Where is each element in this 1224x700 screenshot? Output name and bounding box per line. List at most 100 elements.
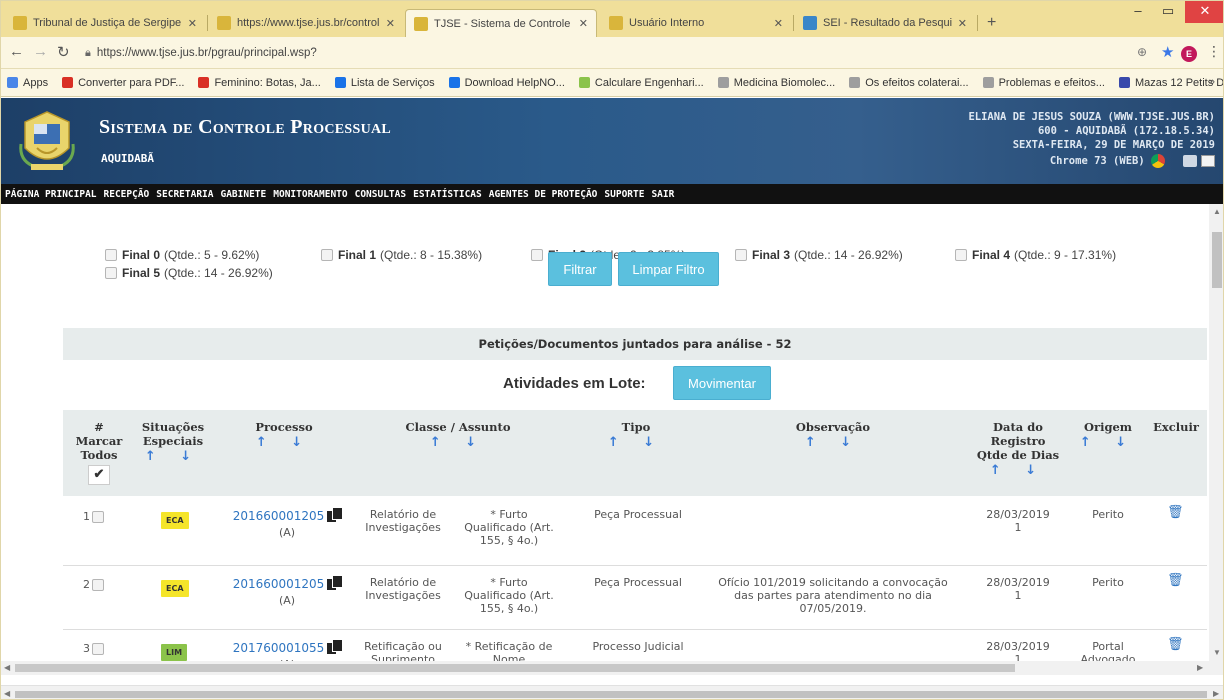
menu-item[interactable]: RECEPÇÃO <box>104 189 150 200</box>
filter-checkbox[interactable] <box>105 249 117 261</box>
close-icon[interactable]: ✕ <box>386 17 395 30</box>
row-checkbox[interactable] <box>92 642 104 655</box>
bookmark-item[interactable]: Os efeitos colaterai... <box>849 77 969 89</box>
vertical-scrollbar[interactable]: ▲ ▼ <box>1209 204 1223 661</box>
reload-icon[interactable]: ↻ <box>57 43 70 61</box>
tab-title: Usuário Interno <box>629 17 705 29</box>
header-text: Observação <box>795 420 871 434</box>
url-field[interactable]: 🔒︎ https://www.tjse.jus.br/pgrau/princip… <box>85 42 1125 64</box>
delete-icon[interactable]: 🗑︎ <box>1167 574 1184 587</box>
bookmark-star-icon[interactable]: ★ <box>1161 43 1174 61</box>
address-bar: ← → ↻ 🔒︎ https://www.tjse.jus.br/pgrau/p… <box>1 37 1223 69</box>
tab-controle[interactable]: https://www.tjse.jus.br/controlei ✕ <box>209 9 403 37</box>
close-icon[interactable]: ✕ <box>579 17 588 30</box>
process-link[interactable]: 201760001055 <box>233 641 325 655</box>
menu-dots-icon[interactable]: ⋮ <box>1207 43 1221 60</box>
filter-checkbox[interactable] <box>955 249 967 261</box>
filter-checkbox[interactable] <box>531 249 543 261</box>
process-link[interactable]: 201660001205 <box>233 577 325 591</box>
forward-icon[interactable]: → <box>33 43 48 60</box>
sort-arrows-icon[interactable]: ↑ ↓ <box>601 436 671 450</box>
window-close-icon[interactable]: ✕ <box>1185 1 1223 23</box>
maximize-icon[interactable]: ▭ <box>1153 1 1183 23</box>
bookmark-label: Apps <box>23 76 49 89</box>
sort-arrows-icon[interactable]: ↑ ↓ <box>393 436 523 450</box>
select-all-checkbox[interactable]: ✔ <box>88 465 110 485</box>
col-observacao: Observação ↑ ↓ <box>783 420 883 450</box>
sort-arrows-icon[interactable]: ↑ ↓ <box>133 450 213 464</box>
scroll-right-icon[interactable]: ▶ <box>1213 689 1219 698</box>
close-icon[interactable]: ✕ <box>188 17 197 30</box>
close-icon[interactable]: ✕ <box>774 17 783 30</box>
bookmark-label: Calculare Engenhari... <box>594 76 704 89</box>
menu-item[interactable]: AGENTES DE PROTEÇÃO <box>489 189 598 200</box>
filter-detail: (Qtde.: 14 - 26.92%) <box>794 248 903 262</box>
scroll-left-icon[interactable]: ◀ <box>4 689 10 698</box>
zoom-icon[interactable]: ⊕ <box>1137 45 1147 59</box>
tab-usuario[interactable]: Usuário Interno ✕ <box>601 9 791 37</box>
bookmark-item[interactable]: Download HelpNO... <box>448 77 565 89</box>
menu-item[interactable]: SAIR <box>651 189 674 200</box>
horizontal-scrollbar[interactable]: ◀ ▶ <box>1 661 1223 675</box>
page-horizontal-scrollbar[interactable]: ◀ ▶ <box>1 685 1223 699</box>
delete-icon[interactable]: 🗑︎ <box>1167 638 1184 651</box>
menu-item[interactable]: CONSULTAS <box>355 189 406 200</box>
bookmark-item[interactable]: Converter para PDF... <box>62 77 184 89</box>
filter-final-4[interactable]: Final 4 (Qtde.: 9 - 17.31%) <box>955 248 1116 262</box>
bookmark-item[interactable]: Lista de Serviços <box>334 77 435 89</box>
scroll-down-icon[interactable]: ▼ <box>1213 648 1221 657</box>
scroll-left-icon[interactable]: ◀ <box>4 663 10 672</box>
move-button[interactable]: Movimentar <box>673 366 771 400</box>
copy-icon[interactable] <box>327 508 343 522</box>
sort-arrows-icon[interactable]: ↑ ↓ <box>1073 436 1143 450</box>
scroll-thumb[interactable] <box>15 664 1015 672</box>
bookmark-item[interactable]: Apps <box>7 77 48 89</box>
filter-checkbox[interactable] <box>321 249 333 261</box>
new-tab-icon[interactable]: + <box>987 14 996 32</box>
scroll-right-icon[interactable]: ▶ <box>1197 663 1203 672</box>
scroll-up-icon[interactable]: ▲ <box>1213 207 1221 216</box>
menu-item[interactable]: PÁGINA PRINCIPAL <box>5 189 97 200</box>
filter-final-0[interactable]: Final 0 (Qtde.: 5 - 9.62%) <box>105 248 259 262</box>
copy-icon[interactable] <box>327 640 343 654</box>
close-icon[interactable]: ✕ <box>958 17 967 30</box>
delete-icon[interactable]: 🗑︎ <box>1167 506 1184 519</box>
process-link[interactable]: 201660001205 <box>233 509 325 523</box>
menu-item[interactable]: MONITORAMENTO <box>273 189 347 200</box>
sort-arrows-icon[interactable]: ↑ ↓ <box>239 436 329 450</box>
filter-final-3[interactable]: Final 3 (Qtde.: 14 - 26.92%) <box>735 248 903 262</box>
col-data: Data do Registro Qtde de Dias ↑ ↓ <box>973 420 1063 478</box>
menu-item[interactable]: GABINETE <box>220 189 266 200</box>
back-icon[interactable]: ← <box>9 43 24 60</box>
filter-final-5[interactable]: Final 5 (Qtde.: 14 - 26.92%) <box>105 266 273 280</box>
tab-sei[interactable]: SEI - Resultado da Pesquisa ✕ <box>795 9 975 37</box>
bookmark-item[interactable]: Medicina Biomolec... <box>717 77 835 89</box>
filter-checkbox[interactable] <box>105 267 117 279</box>
scroll-thumb[interactable] <box>15 691 1207 698</box>
profile-avatar[interactable]: E <box>1181 46 1197 62</box>
bookmark-item[interactable]: Problemas e efeitos... <box>982 77 1105 89</box>
copy-icon[interactable] <box>327 576 343 590</box>
bookmarks-overflow-icon[interactable]: » <box>1209 76 1215 88</box>
menu-item[interactable]: SECRETARIA <box>156 189 213 200</box>
bookmark-item[interactable]: Calculare Engenhari... <box>578 76 704 89</box>
header-text: Marcar <box>75 434 123 448</box>
origin-cell: Perito <box>1073 508 1143 521</box>
row-checkbox[interactable] <box>92 578 104 591</box>
sort-arrows-icon[interactable]: ↑ ↓ <box>973 464 1063 478</box>
sort-arrows-icon[interactable]: ↑ ↓ <box>783 436 883 450</box>
menu-item[interactable]: ESTATÍSTICAS <box>413 189 482 200</box>
filter-button[interactable]: Filtrar <box>548 252 612 286</box>
bookmark-item[interactable]: Feminino: Botas, Ja... <box>198 77 321 89</box>
tab-tribunal[interactable]: Tribunal de Justiça de Sergipe - ✕ <box>5 9 205 37</box>
printer-icon[interactable] <box>1201 155 1215 167</box>
tab-sistema[interactable]: TJSE - Sistema de Controle Proce ✕ <box>405 9 597 37</box>
minimize-icon[interactable]: – <box>1123 1 1153 23</box>
filter-final-1[interactable]: Final 1 (Qtde.: 8 - 15.38%) <box>321 248 482 262</box>
bookmarks-bar: Apps Converter para PDF... Feminino: Botas… <box>1 69 1223 97</box>
row-checkbox[interactable] <box>92 510 104 523</box>
clear-filter-button[interactable]: Limpar Filtro <box>618 252 719 286</box>
filter-checkbox[interactable] <box>735 249 747 261</box>
menu-item[interactable]: SUPORTE <box>604 189 644 200</box>
scroll-thumb[interactable] <box>1212 232 1222 288</box>
